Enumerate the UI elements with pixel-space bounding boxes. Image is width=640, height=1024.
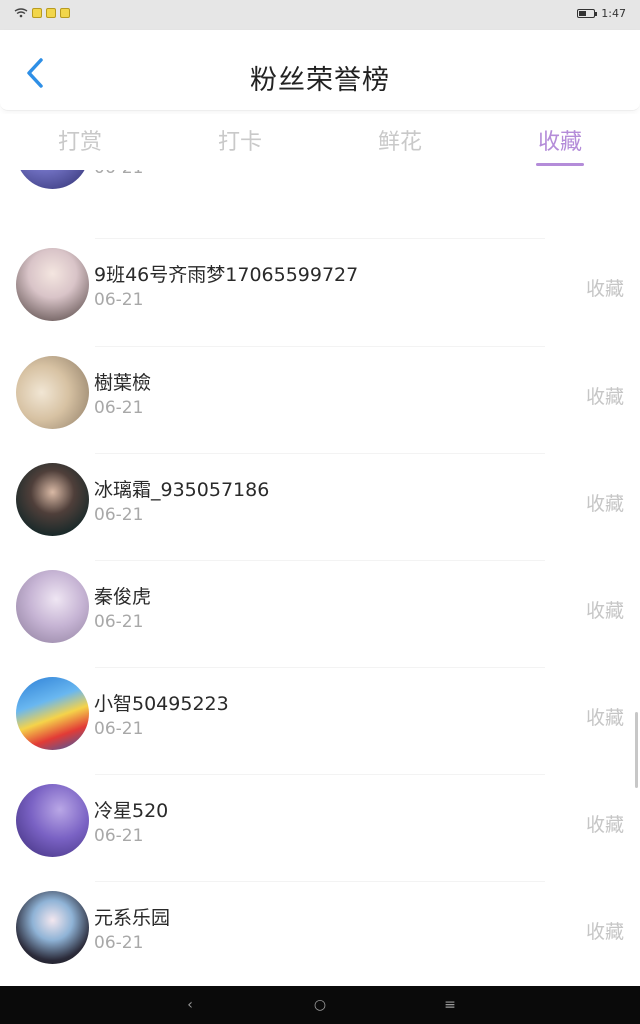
action-label: 收藏 <box>585 707 624 729</box>
scrollbar-thumb[interactable] <box>635 712 638 788</box>
user-date: 06-21 <box>94 933 144 953</box>
nav-home-button[interactable]: ○ <box>310 997 330 1013</box>
user-name: 冷星520 <box>94 800 169 822</box>
avatar <box>16 248 89 321</box>
tab-checkin[interactable]: 打卡 <box>160 114 320 168</box>
action-label: 收藏 <box>585 386 624 408</box>
user-date: 06-21 <box>94 398 144 418</box>
action-label: 收藏 <box>585 600 624 622</box>
user-date: 06-21 <box>94 612 144 632</box>
nav-menu-button[interactable]: ≡ <box>440 997 460 1013</box>
page-title: 粉丝荣誉榜 <box>250 65 390 96</box>
list-item[interactable]: 冷星520 06-21 收藏 <box>0 774 640 881</box>
user-date: 06-21 <box>94 826 144 846</box>
nav-back-button[interactable]: ‹ <box>180 997 200 1013</box>
notification-icon <box>46 8 56 18</box>
user-name: 9班46号齐雨梦17065599727 <box>94 264 359 286</box>
avatar <box>16 677 89 750</box>
action-label: 收藏 <box>585 493 624 515</box>
fan-list: 06-21 收藏 9班46号齐雨梦17065599727 06-21 收藏 樹葉… <box>0 170 640 986</box>
wifi-icon <box>14 8 28 18</box>
user-name: 冰璃霜_935057186 <box>94 479 270 501</box>
user-date: 06-21 <box>94 170 143 178</box>
user-date: 06-21 <box>94 719 144 739</box>
list-item[interactable]: 06-21 收藏 <box>0 170 640 207</box>
status-time: 1:47 <box>601 7 626 20</box>
list-item[interactable]: 冰璃霜_935057186 06-21 收藏 <box>0 453 640 560</box>
user-date: 06-21 <box>94 505 144 525</box>
status-icons-right: 1:47 <box>577 7 626 20</box>
status-icons-left <box>14 8 70 18</box>
system-nav-bar: ‹ ○ ≡ <box>0 986 640 1024</box>
list-item[interactable]: 小智50495223 06-21 收藏 <box>0 667 640 774</box>
action-label: 收藏 <box>585 921 624 943</box>
avatar <box>16 570 89 643</box>
action-label: 收藏 <box>585 278 624 300</box>
tab-reward[interactable]: 打赏 <box>0 114 160 168</box>
notification-icon <box>60 8 70 18</box>
tab-flowers[interactable]: 鲜花 <box>320 114 480 168</box>
app-header: 粉丝荣誉榜 <box>0 30 640 111</box>
notification-icon <box>32 8 42 18</box>
status-bar: 1:47 <box>0 0 640 30</box>
tab-favorites[interactable]: 收藏 <box>480 114 640 168</box>
avatar <box>16 891 89 964</box>
list-item[interactable]: 9班46号齐雨梦17065599727 06-21 收藏 <box>0 238 640 345</box>
user-date: 06-21 <box>94 290 144 310</box>
user-name: 元系乐园 <box>94 907 171 929</box>
list-item[interactable]: 樹葉檢 06-21 收藏 <box>0 346 640 453</box>
avatar <box>16 170 89 189</box>
avatar <box>16 463 89 536</box>
action-label: 收藏 <box>585 814 624 836</box>
avatar <box>16 784 89 857</box>
avatar <box>16 356 89 429</box>
tab-bar: 打赏 打卡 鲜花 收藏 <box>0 114 640 168</box>
user-name: 秦俊虎 <box>94 586 152 608</box>
list-item[interactable]: 元系乐园 06-21 收藏 <box>0 881 640 986</box>
user-name: 小智50495223 <box>94 693 229 715</box>
list-item[interactable]: 秦俊虎 06-21 收藏 <box>0 560 640 667</box>
battery-icon <box>577 9 598 18</box>
user-name: 樹葉檢 <box>94 372 152 394</box>
